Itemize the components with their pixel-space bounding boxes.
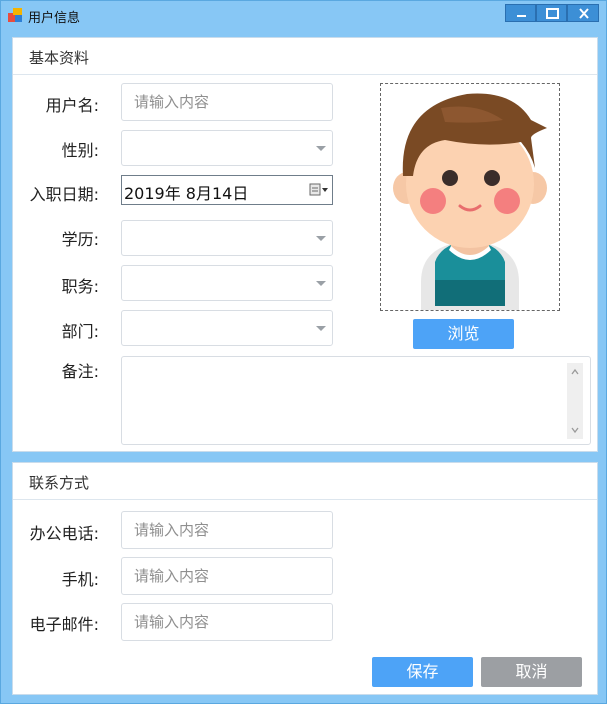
scroll-down-icon[interactable]	[570, 425, 580, 435]
chevron-down-icon	[316, 146, 326, 151]
scroll-up-icon[interactable]	[570, 367, 580, 377]
maximize-button[interactable]	[536, 4, 567, 22]
close-icon	[579, 8, 589, 19]
title-bar[interactable]: 用户信息	[1, 1, 606, 29]
save-button[interactable]: 保存	[372, 657, 473, 687]
username-label: 用户名:	[45, 96, 99, 115]
app-icon	[8, 8, 22, 22]
contact-header: 联系方式	[13, 463, 597, 500]
office-phone-label: 办公电话:	[29, 524, 99, 543]
calendar-dropdown-icon[interactable]	[309, 182, 329, 198]
chevron-down-icon	[316, 281, 326, 286]
basic-info-title: 基本资料	[29, 49, 90, 67]
basic-info-header: 基本资料	[13, 38, 597, 75]
chevron-down-icon	[316, 236, 326, 241]
office-phone-input[interactable]	[121, 511, 333, 549]
close-button[interactable]	[567, 4, 599, 22]
minimize-icon	[517, 15, 526, 17]
avatar-illustration	[393, 93, 547, 310]
department-select[interactable]	[121, 310, 333, 346]
remark-textarea[interactable]	[121, 356, 591, 445]
contact-title: 联系方式	[29, 474, 90, 492]
maximize-icon	[546, 8, 559, 19]
username-input[interactable]	[121, 83, 333, 121]
browse-button[interactable]: 浏览	[413, 319, 514, 349]
position-select[interactable]	[121, 265, 333, 301]
user-info-window: 用户信息 基本资料 用户名: 性别: 入职日期: 2019年 8月14	[0, 0, 607, 704]
mobile-input[interactable]	[121, 557, 333, 595]
email-input[interactable]	[121, 603, 333, 641]
education-label: 学历:	[61, 230, 99, 249]
gender-select[interactable]	[121, 130, 333, 166]
gender-label: 性别:	[61, 141, 99, 160]
chevron-down-icon	[316, 326, 326, 331]
window-title: 用户信息	[28, 11, 81, 26]
hire-date-picker[interactable]: 2019年 8月14日	[121, 175, 333, 205]
education-select[interactable]	[121, 220, 333, 256]
position-label: 职务:	[61, 277, 99, 296]
cancel-button[interactable]: 取消	[481, 657, 582, 687]
department-label: 部门:	[61, 322, 99, 341]
remark-label: 备注:	[61, 362, 99, 381]
hire-date-value: 2019年 8月14日	[124, 184, 249, 203]
email-label: 电子邮件:	[29, 615, 99, 634]
mobile-label: 手机:	[61, 570, 99, 589]
minimize-button[interactable]	[505, 4, 536, 22]
avatar-frame	[380, 83, 560, 311]
hire-date-label: 入职日期:	[29, 185, 99, 204]
remark-scrollbar[interactable]	[567, 363, 583, 439]
